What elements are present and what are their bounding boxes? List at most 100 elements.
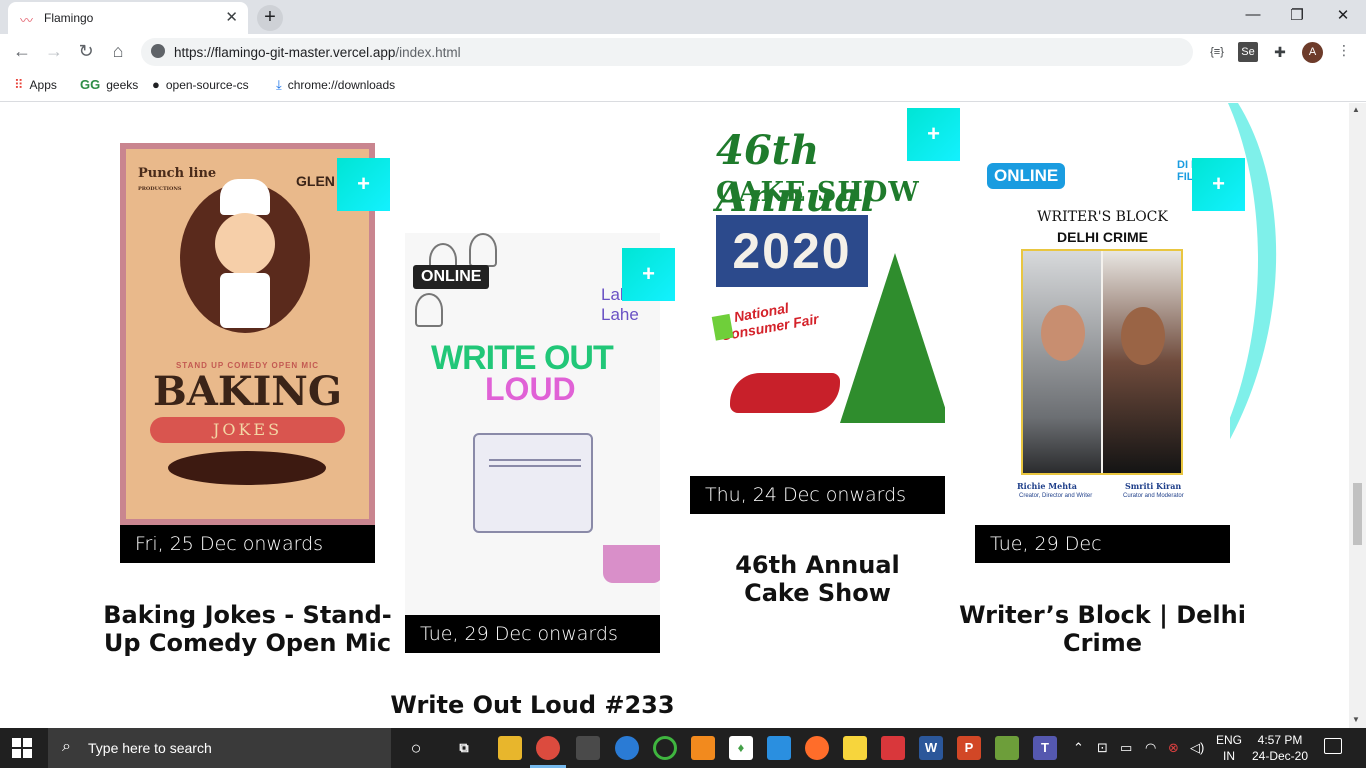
windows-start-icon[interactable] [12,738,32,758]
powerpoint-icon[interactable]: P [957,736,981,760]
event-date: Thu, 24 Dec onwards [690,476,945,514]
speaker-face-left [1041,305,1085,361]
tab-title: Flamingo [44,11,94,25]
event-date: Tue, 29 Dec onwards [405,615,660,653]
notification-center-icon[interactable] [1324,738,1342,754]
news-app-icon[interactable] [881,736,905,760]
apps-grid-icon: ⠿ [14,77,24,92]
sticky-notes-icon[interactable] [843,736,867,760]
firefox-icon[interactable] [805,736,829,760]
event-title[interactable]: Write Out Loud #233 [385,691,680,719]
chrome-icon[interactable] [536,736,560,760]
decorative-wave-shape [1228,103,1277,443]
poster-tagline: JOKES [150,417,345,443]
teacup-illustration [603,545,660,583]
event-title[interactable]: Writer’s Block | Delhi Crime [955,601,1250,657]
volume-icon[interactable]: ◁) [1190,740,1204,756]
bookmark-apps[interactable]: ⠿ Apps [14,77,57,95]
site-info-icon[interactable] [151,44,165,58]
teams-icon[interactable]: T [1033,736,1057,760]
circle-app-icon[interactable] [653,736,677,760]
books-illustration-lines [489,459,581,467]
online-badge: ONLINE [987,163,1066,189]
profile-avatar[interactable]: A [1302,42,1323,63]
poster-headline: BAKING [152,368,343,415]
hanging-lamp-icon [415,293,443,327]
scroll-up-icon[interactable]: ▲ [1352,105,1360,114]
network-error-icon[interactable]: ⊗ [1168,740,1179,756]
poster-oval-shape [168,451,326,485]
minimize-button[interactable]: — [1230,6,1276,23]
taskbar-search-box[interactable]: ⌕ Type here to search [48,728,391,768]
task-view-icon[interactable]: ⧉ [452,736,476,760]
usb-icon[interactable]: ⊡ [1097,740,1108,756]
region-code: IN [1223,749,1235,763]
event-title[interactable]: Baking Jokes - Stand-Up Comedy Open Mic [100,601,395,657]
home-icon[interactable]: ⌂ [106,41,130,62]
add-event-button[interactable]: + [337,158,390,211]
speaker-name-1: Richie Mehta [1017,481,1077,491]
clock[interactable]: 4:57 PM 24-Dec-20 [1248,732,1312,764]
cortana-icon[interactable]: ○ [404,736,428,760]
language-indicator[interactable]: ENG IN [1216,732,1242,764]
forward-icon[interactable]: → [42,41,66,62]
download-icon: ⤓ [276,77,282,92]
back-icon[interactable]: ← [10,41,34,62]
reload-icon[interactable]: ↻ [74,41,98,62]
poster-line2: CAKE SHOW [716,177,920,208]
online-badge: ONLINE [413,265,490,289]
github-icon: ● [152,77,160,92]
menu-kebab-icon[interactable]: ⋮ [1337,42,1351,59]
address-bar[interactable]: https://flamingo-git-master.vercel.app/i… [141,38,1193,66]
event-date: Fri, 25 Dec onwards [120,525,375,563]
vscode-icon[interactable] [767,736,791,760]
close-window-button[interactable]: ✕ [1320,6,1366,24]
speakers-photo [1021,249,1183,475]
books-illustration [473,433,593,533]
battery-icon[interactable]: ▭ [1120,740,1132,756]
word-icon[interactable]: W [919,736,943,760]
url-text[interactable]: https://flamingo-git-master.vercel.app/i… [174,45,461,60]
sublime-text-icon[interactable] [691,736,715,760]
bookmark-geeks[interactable]: GG geeks [80,77,138,95]
add-event-button[interactable]: + [1192,158,1245,211]
json-formatter-extension-icon[interactable]: {≡} [1206,42,1228,62]
selenium-extension-icon[interactable]: Se [1238,42,1258,62]
page-scrollbar[interactable]: ▲ ▼ [1349,103,1366,728]
new-tab-button[interactable]: + [257,5,283,31]
store-icon[interactable] [576,736,600,760]
mongodb-icon[interactable]: ♦ [729,736,753,760]
add-event-button[interactable]: + [622,248,675,301]
windows-taskbar: ⌕ Type here to search ○ ⧉ ♦ W P T ⌃ ⊡ ▭ … [0,728,1366,768]
language-code: ENG [1216,733,1243,747]
scrollbar-thumb[interactable] [1353,483,1362,545]
tab-close-icon[interactable]: ✕ [225,8,238,26]
speaker-name-2: Smriti Kiran [1125,481,1182,491]
file-explorer-icon[interactable] [498,736,522,760]
safari-icon[interactable] [615,736,639,760]
hanging-lamp-icon [469,233,497,267]
gfg-icon: GG [80,77,101,92]
christmas-tree-illustration [840,253,945,423]
notepad-icon[interactable] [995,736,1019,760]
event-title[interactable]: 46th Annual Cake Show [700,551,935,607]
show-hidden-icons-icon[interactable]: ⌃ [1073,740,1084,756]
poster-logo-left: Punch line PRODUCTIONS [138,166,217,192]
restore-button[interactable]: ❐ [1274,6,1320,24]
poster-line2: DELHI CRIME [1057,229,1148,245]
scroll-down-icon[interactable]: ▼ [1352,715,1360,724]
event-date: Tue, 29 Dec [975,525,1230,563]
bookmark-open-source-cs[interactable]: ● open-source-cs [152,77,249,95]
flamingo-favicon-icon: 〰 [20,13,34,28]
extensions-puzzle-icon[interactable]: ✚ [1270,42,1290,62]
speaker-role-1: Creator, Director and Writer [1019,493,1093,499]
poster-line2: LOUD [485,371,576,407]
search-placeholder: Type here to search [88,740,212,756]
tab-flamingo[interactable]: 〰 Flamingo ✕ [8,2,248,34]
wifi-icon[interactable]: ◠ [1145,740,1156,756]
bookmarks-bar: ⠿ Apps GG geeks ● open-source-cs ⤓ chrome://… [0,70,1366,102]
add-event-button[interactable]: + [907,108,960,161]
speaker-photo-left [1023,251,1101,473]
bookmark-chrome-downloads[interactable]: ⤓ chrome://downloads [276,77,395,95]
clock-date: 24-Dec-20 [1251,749,1309,763]
